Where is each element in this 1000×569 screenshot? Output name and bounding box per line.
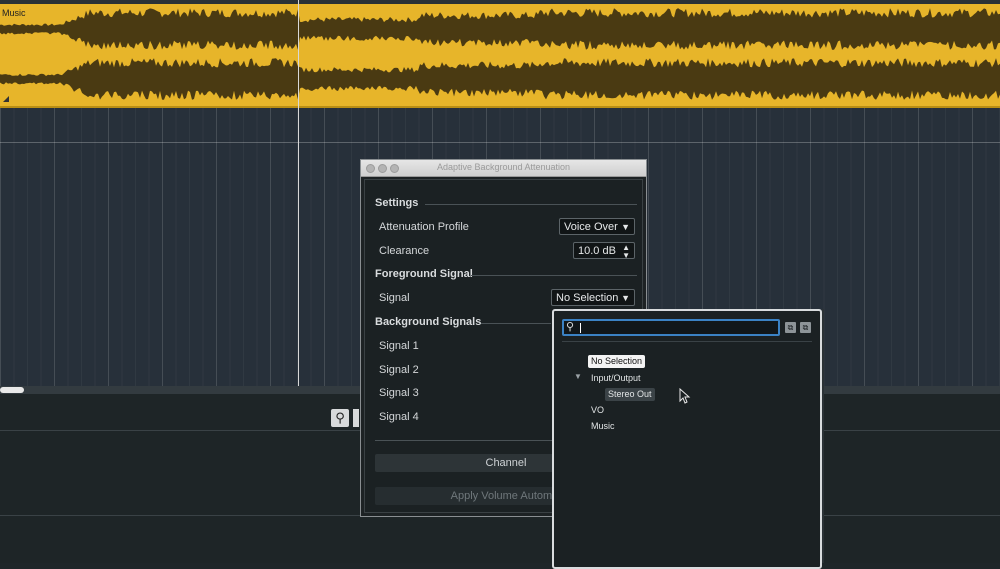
clearance-value: 10.0 dB <box>578 245 616 257</box>
channel-button-label: Channel <box>485 457 527 469</box>
dialog-title: Adaptive Background Attenuation <box>436 162 571 172</box>
stepper-arrows-icon[interactable]: ▲ ▼ <box>622 244 630 260</box>
waveform <box>0 8 1000 100</box>
section-divider <box>425 204 637 205</box>
search-input[interactable] <box>584 322 744 334</box>
event-resize-handle[interactable] <box>3 96 9 102</box>
project-cursor[interactable] <box>298 0 299 386</box>
signal-selection-popup: ⚲ ⧉ ⧉ No Selection ▼ Input/Output Stereo… <box>552 309 822 569</box>
foreground-signal-value: No Selection <box>556 292 619 304</box>
list-item-input-output[interactable]: Input/Output <box>591 372 641 385</box>
chevron-down-icon: ▼ <box>621 222 630 232</box>
section-divider <box>481 323 551 324</box>
background-signals-heading: Background Signals <box>375 316 482 328</box>
clearance-stepper[interactable]: 10.0 dB ▲ ▼ <box>573 242 635 260</box>
mouse-pointer-icon <box>679 388 691 404</box>
background-signal-1-label: Signal 1 <box>379 340 419 352</box>
text-caret <box>580 323 581 333</box>
apply-button-label: Apply Volume Automat <box>450 490 562 502</box>
attenuation-profile-value: Voice Over <box>564 221 618 233</box>
waveform-lane <box>0 58 1000 100</box>
collapse-all-icon[interactable]: ⧉ <box>800 322 811 333</box>
audio-event-music[interactable]: Music <box>0 4 1000 108</box>
triangle-down-icon[interactable]: ▼ <box>574 372 582 381</box>
popup-shadow <box>822 309 824 563</box>
attenuation-profile-label: Attenuation Profile <box>379 221 469 233</box>
settings-heading: Settings <box>375 197 419 209</box>
toolbar-button[interactable] <box>353 409 359 427</box>
dialog-titlebar[interactable]: Adaptive Background Attenuation <box>361 160 646 177</box>
foreground-signal-dropdown[interactable]: No Selection ▼ <box>551 289 635 306</box>
event-name-label: Music <box>2 8 26 18</box>
horizontal-scrollbar-thumb[interactable] <box>0 387 24 393</box>
chevron-down-icon: ▼ <box>621 293 630 303</box>
list-item-vo[interactable]: VO <box>591 404 604 417</box>
list-item-music[interactable]: Music <box>591 420 615 433</box>
section-divider <box>471 275 637 276</box>
foreground-signal-label: Signal <box>379 292 410 304</box>
clearance-label: Clearance <box>379 245 430 257</box>
attenuation-profile-dropdown[interactable]: Voice Over ▼ <box>559 218 635 235</box>
search-icon: ⚲ <box>566 321 575 333</box>
track-divider <box>0 142 1000 143</box>
background-signal-4-label: Signal 4 <box>379 411 419 423</box>
waveform-lane <box>0 8 1000 50</box>
list-item-stereo-out[interactable]: Stereo Out <box>605 388 655 401</box>
foreground-signal-heading: Foreground Signal <box>375 268 473 280</box>
zoom-icon[interactable]: ⚲ <box>331 409 349 427</box>
list-item-no-selection[interactable]: No Selection <box>588 355 646 368</box>
search-field[interactable]: ⚲ <box>562 319 780 336</box>
background-signal-2-label: Signal 2 <box>379 364 419 376</box>
expand-all-icon[interactable]: ⧉ <box>785 322 796 333</box>
popup-divider <box>562 341 812 342</box>
background-signal-3-label: Signal 3 <box>379 387 419 399</box>
